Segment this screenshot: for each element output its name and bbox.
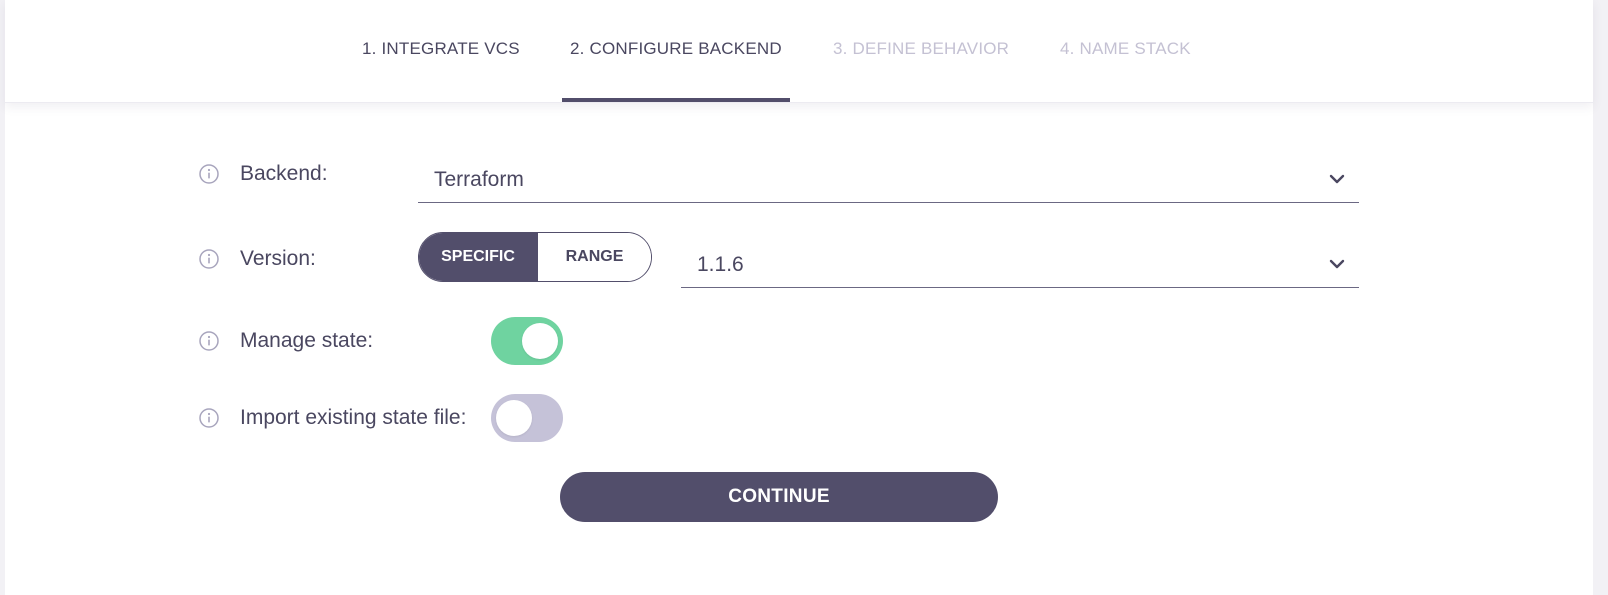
manage-state-label: Manage state: xyxy=(240,329,374,352)
version-value: 1.1.6 xyxy=(697,253,744,276)
step-define-behavior[interactable]: 3. DEFINE BEHAVIOR xyxy=(833,0,1009,102)
stack-wizard-card: 1. INTEGRATE VCS 2. CONFIGURE BACKEND 3.… xyxy=(5,0,1593,595)
manage-state-toggle[interactable] xyxy=(491,317,563,365)
version-mode-specific[interactable]: SPECIFIC xyxy=(419,233,537,281)
step-integrate-vcs[interactable]: 1. INTEGRATE VCS xyxy=(362,0,520,102)
chevron-down-icon xyxy=(1329,174,1345,184)
version-select[interactable]: 1.1.6 xyxy=(681,239,1359,288)
step-label: 1. INTEGRATE VCS xyxy=(362,39,520,58)
active-step-underline xyxy=(562,98,790,102)
version-label: Version: xyxy=(240,247,316,270)
step-name-stack[interactable]: 4. NAME STACK xyxy=(1060,0,1191,102)
info-circle-icon[interactable] xyxy=(199,249,219,269)
info-circle-icon[interactable] xyxy=(199,408,219,428)
toggle-knob xyxy=(522,323,558,359)
wizard-steps: 1. INTEGRATE VCS 2. CONFIGURE BACKEND 3.… xyxy=(5,0,1593,103)
toggle-knob xyxy=(496,400,532,436)
backend-value: Terraform xyxy=(434,168,524,191)
chevron-down-icon xyxy=(1329,259,1345,269)
step-label: 3. DEFINE BEHAVIOR xyxy=(833,39,1010,58)
version-mode-range[interactable]: RANGE xyxy=(537,233,651,281)
import-state-label: Import existing state file: xyxy=(240,406,467,429)
backend-select[interactable]: Terraform xyxy=(418,154,1359,203)
continue-button[interactable]: CONTINUE xyxy=(560,472,998,522)
step-label: 2. CONFIGURE BACKEND xyxy=(570,39,782,58)
version-mode-toggle: SPECIFIC RANGE xyxy=(418,232,652,282)
info-circle-icon[interactable] xyxy=(199,331,219,351)
step-label: 4. NAME STACK xyxy=(1060,39,1191,58)
import-state-toggle[interactable] xyxy=(491,394,563,442)
info-circle-icon[interactable] xyxy=(199,164,219,184)
step-configure-backend[interactable]: 2. CONFIGURE BACKEND xyxy=(562,0,790,102)
backend-label: Backend: xyxy=(240,162,328,185)
